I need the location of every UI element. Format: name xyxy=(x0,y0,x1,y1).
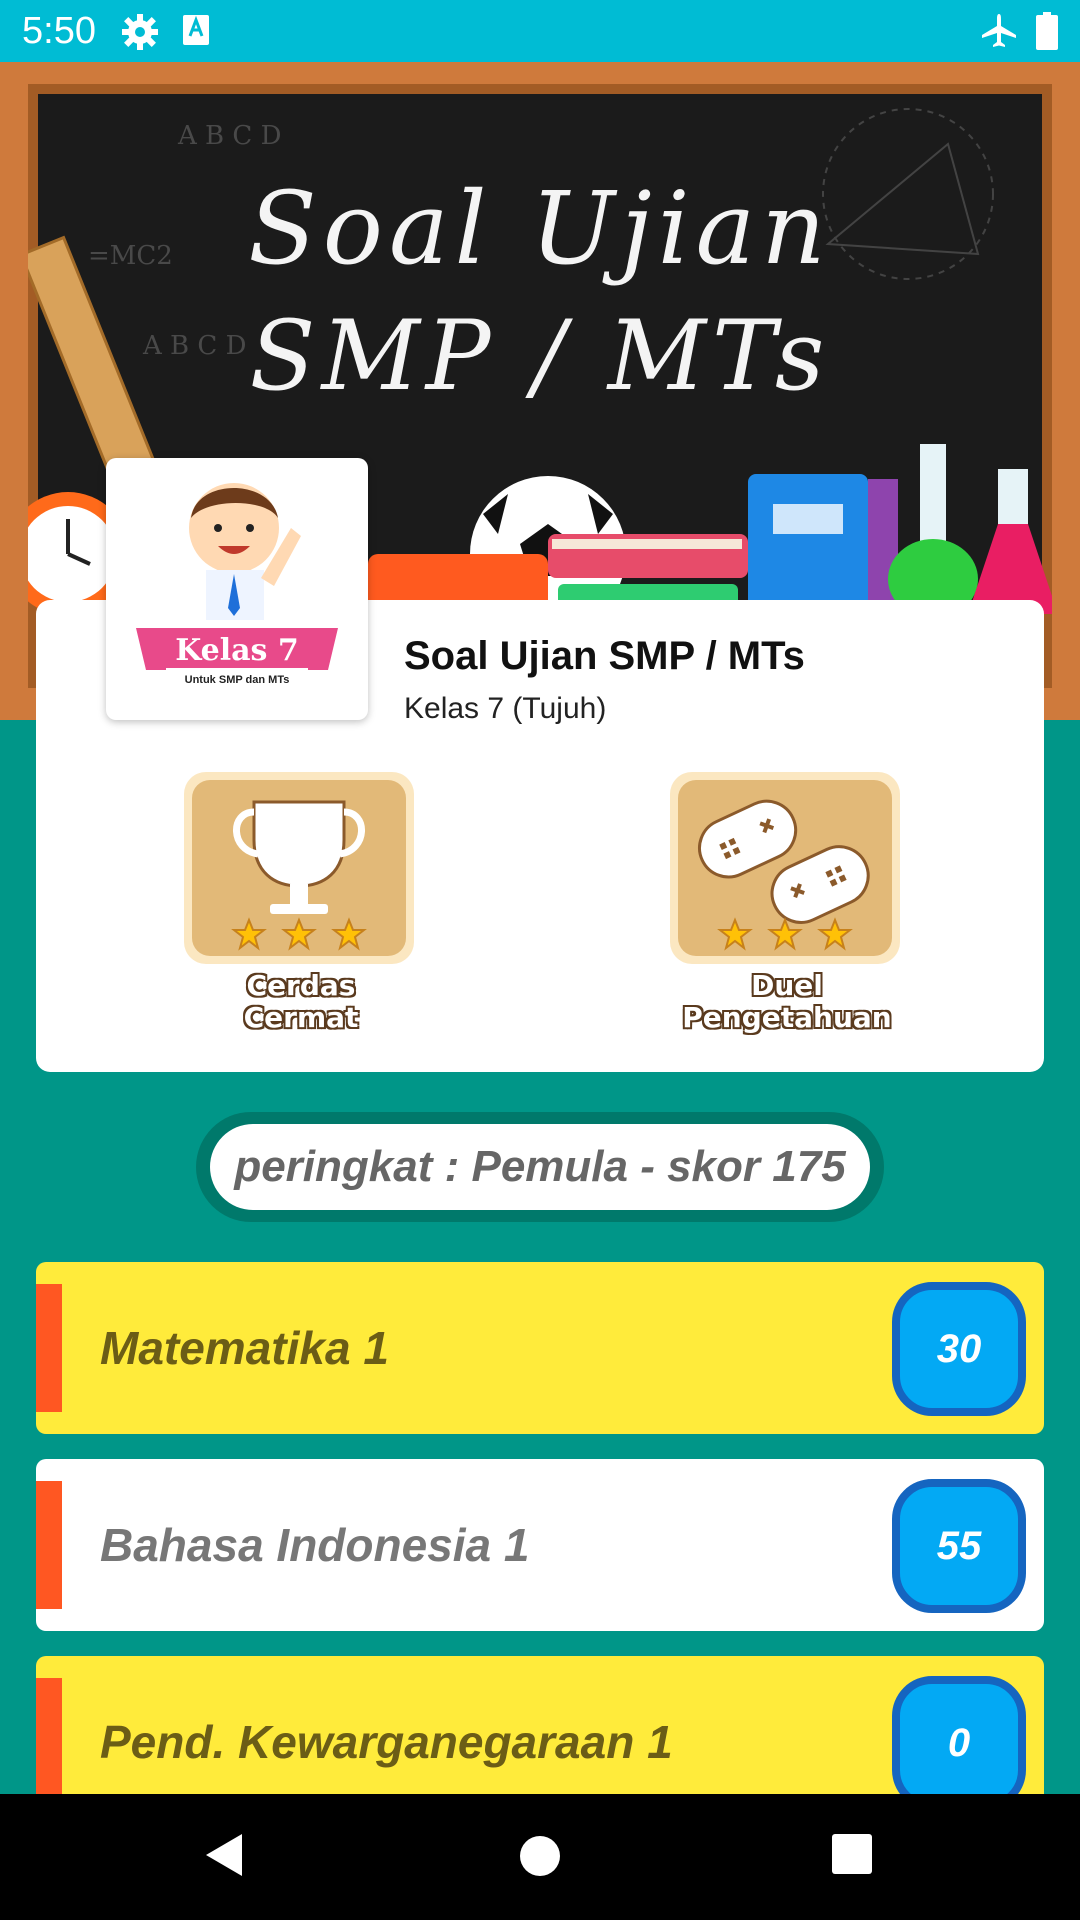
subject-name: Bahasa Indonesia 1 xyxy=(100,1519,530,1571)
recents-icon[interactable] xyxy=(830,1832,874,1876)
rank-text: peringkat : Pemula - skor 175 xyxy=(210,1124,870,1210)
app-icon-sublabel: Untuk SMP dan MTs xyxy=(185,674,290,686)
subject-accent-bar xyxy=(36,1678,62,1806)
gear-icon xyxy=(122,14,158,50)
kelas-7-logo: Kelas 7 Untuk SMP dan MTs xyxy=(136,483,338,688)
app-subtitle: Kelas 7 (Tujuh) xyxy=(404,692,607,725)
svg-text:A B C D: A B C D xyxy=(177,121,281,151)
cerdas-cermat-button[interactable]: Cerdas Cermat xyxy=(184,772,418,1034)
duel-pengetahuan-label-line1: Duel xyxy=(751,969,823,1002)
duel-pengetahuan-tile xyxy=(670,772,900,964)
a-keyboard-icon xyxy=(183,15,209,45)
cerdas-cermat-label-line2: Cermat xyxy=(243,1001,359,1034)
app-title: Soal Ujian SMP / MTs xyxy=(404,634,805,678)
navigation-bar xyxy=(0,1794,1080,1920)
duel-pengetahuan-button[interactable]: Duel Pengetahuan xyxy=(670,772,904,1034)
gamepad-icon xyxy=(698,799,870,951)
subject-accent-bar xyxy=(36,1481,62,1609)
duel-pengetahuan-label-line2: Pengetahuan xyxy=(682,1001,892,1034)
subject-item-matematika[interactable]: Matematika 1 30 xyxy=(36,1262,1044,1434)
home-icon[interactable] xyxy=(514,1830,566,1882)
subject-count-badge: 0 xyxy=(892,1676,1026,1810)
subject-count-badge: 55 xyxy=(892,1479,1026,1613)
cerdas-cermat-label-line1: Cerdas xyxy=(246,969,356,1002)
subject-count-badge: 30 xyxy=(892,1282,1026,1416)
trophy-icon xyxy=(231,800,367,951)
subject-item-bahasa-indonesia[interactable]: Bahasa Indonesia 1 55 xyxy=(36,1459,1044,1631)
status-time: 5:50 xyxy=(22,10,96,52)
cerdas-cermat-label: Cerdas Cermat xyxy=(184,970,418,1034)
duel-pengetahuan-label: Duel Pengetahuan xyxy=(670,970,904,1034)
subject-name: Matematika 1 xyxy=(100,1322,389,1374)
battery-icon xyxy=(1036,12,1058,50)
app-icon: Kelas 7 Untuk SMP dan MTs xyxy=(106,458,368,720)
status-bar: 5:50 xyxy=(0,0,1080,62)
banner-title-line2: SMP / MTs xyxy=(249,300,831,412)
subject-accent-bar xyxy=(36,1284,62,1412)
rank-badge: peringkat : Pemula - skor 175 xyxy=(196,1112,884,1222)
cerdas-cermat-tile xyxy=(184,772,414,964)
back-icon[interactable] xyxy=(200,1830,250,1880)
airplane-icon xyxy=(982,14,1016,47)
app-icon-label: Kelas 7 xyxy=(175,633,299,668)
banner-title-line1: Soal Ujian xyxy=(248,170,832,287)
